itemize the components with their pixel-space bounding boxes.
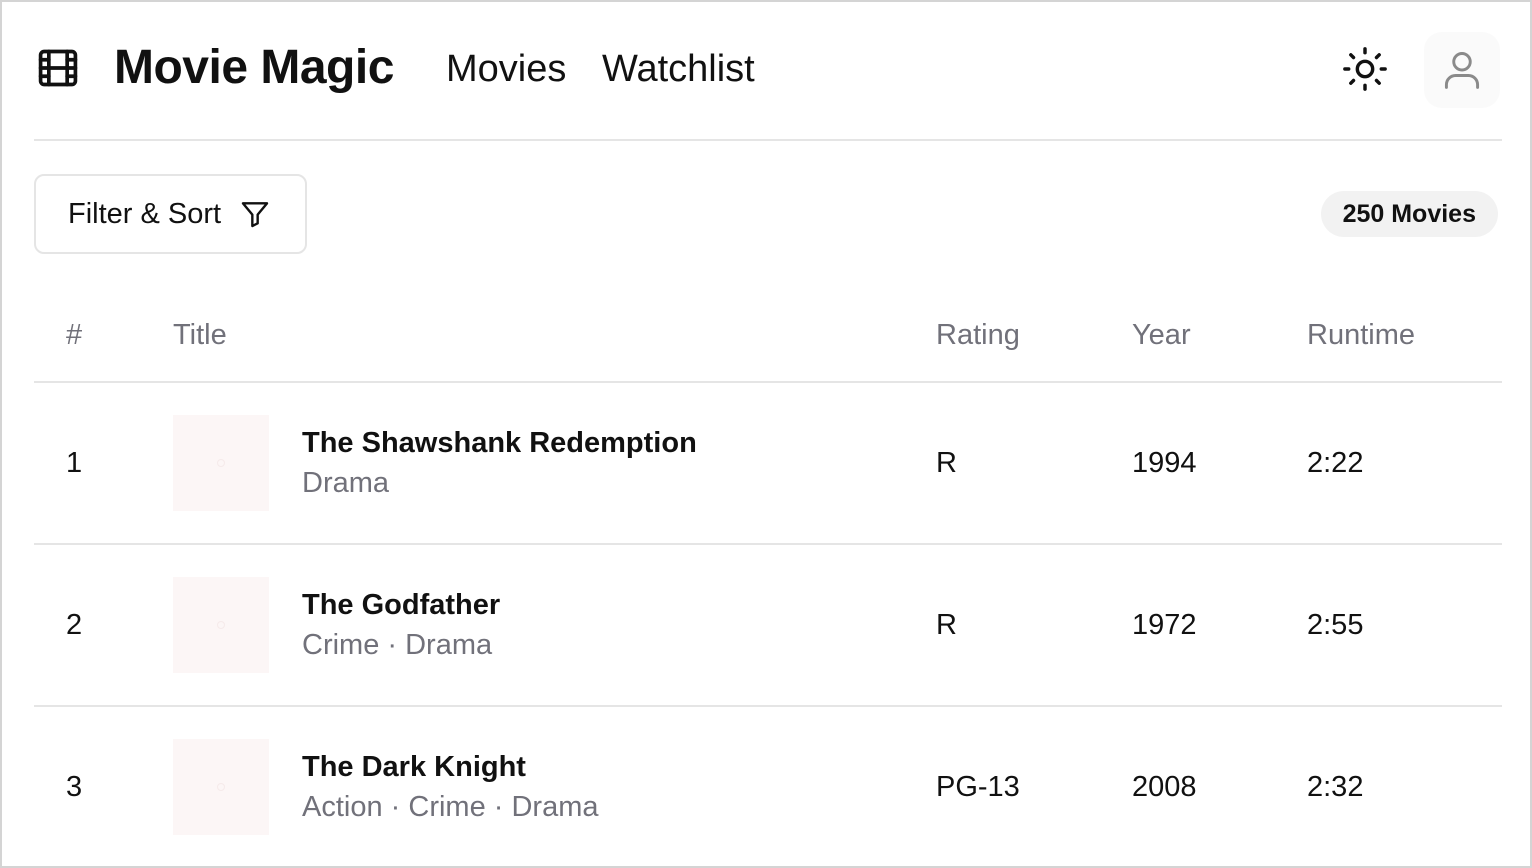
movie-title[interactable]: The Shawshank Redemption bbox=[302, 426, 697, 460]
movie-count-badge: 250 Movies bbox=[1320, 191, 1498, 237]
movie-rating: PG-13 bbox=[936, 771, 1020, 803]
table-row[interactable]: 3 The Dark Knight Action · Crime · Drama… bbox=[34, 707, 1502, 868]
movie-runtime: 2:22 bbox=[1307, 447, 1364, 479]
top-navbar: Movie Magic Movies Watchlist bbox=[34, 2, 1502, 141]
row-rank: 3 bbox=[66, 771, 83, 803]
movie-runtime: 2:32 bbox=[1307, 771, 1364, 803]
column-header-title[interactable]: Title bbox=[173, 318, 227, 352]
movie-genres: Crime · Drama bbox=[302, 629, 493, 661]
movie-year: 1972 bbox=[1132, 609, 1197, 641]
movie-genres: Drama bbox=[302, 467, 390, 499]
filter-sort-button[interactable]: Filter & Sort bbox=[34, 174, 307, 254]
movies-table: # Title Rating Year Runtime 1 The Shawsh… bbox=[34, 292, 1502, 868]
table-header: # Title Rating Year Runtime bbox=[34, 292, 1502, 383]
funnel-icon bbox=[241, 202, 269, 228]
column-header-runtime[interactable]: Runtime bbox=[1307, 318, 1415, 352]
brand-title[interactable]: Movie Magic bbox=[114, 38, 394, 98]
movie-year: 2008 bbox=[1132, 771, 1197, 803]
column-header-rating[interactable]: Rating bbox=[936, 318, 1020, 352]
movie-poster[interactable] bbox=[173, 739, 269, 835]
movie-year: 1994 bbox=[1132, 447, 1197, 479]
movie-runtime: 2:55 bbox=[1307, 609, 1364, 641]
user-menu-button[interactable] bbox=[1424, 32, 1500, 108]
filter-sort-label: Filter & Sort bbox=[68, 198, 222, 230]
movie-rating: R bbox=[936, 609, 957, 641]
table-row[interactable]: 2 The Godfather Crime · Drama R 1972 2:5… bbox=[34, 545, 1502, 707]
table-row[interactable]: 1 The Shawshank Redemption Drama R 1994 … bbox=[34, 383, 1502, 545]
row-rank: 1 bbox=[66, 447, 83, 479]
nav-link-watchlist[interactable]: Watchlist bbox=[602, 46, 755, 92]
movie-title[interactable]: The Dark Knight bbox=[302, 750, 526, 784]
movie-genres: Action · Crime · Drama bbox=[302, 791, 599, 823]
movie-poster[interactable] bbox=[173, 577, 269, 673]
theme-toggle-button[interactable] bbox=[1338, 42, 1392, 96]
column-header-number[interactable]: # bbox=[66, 318, 82, 352]
movie-poster[interactable] bbox=[173, 415, 269, 511]
movie-title[interactable]: The Godfather bbox=[302, 588, 500, 622]
user-icon bbox=[1444, 52, 1480, 89]
film-icon bbox=[38, 49, 78, 87]
app-window: Movie Magic Movies Watchlist Filter & So… bbox=[0, 0, 1532, 868]
nav-link-movies[interactable]: Movies bbox=[446, 46, 566, 92]
column-header-year[interactable]: Year bbox=[1132, 318, 1191, 352]
sun-icon bbox=[1343, 47, 1387, 91]
row-rank: 2 bbox=[66, 609, 83, 641]
movie-rating: R bbox=[936, 447, 957, 479]
